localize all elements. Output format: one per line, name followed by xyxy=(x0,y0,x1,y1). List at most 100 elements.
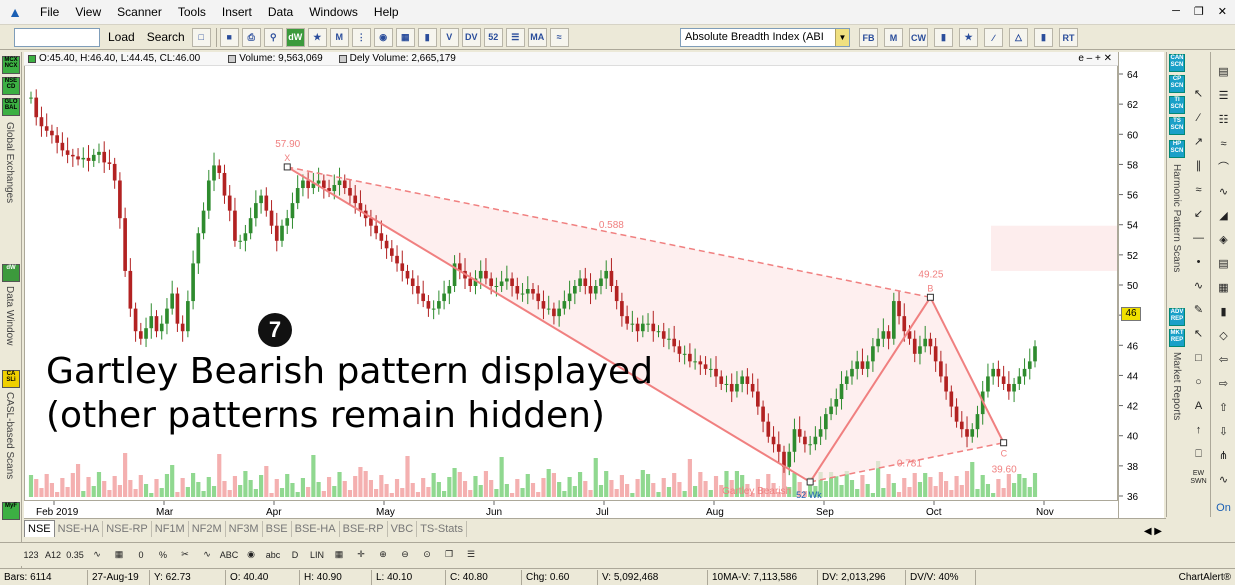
tab-nse-rp[interactable]: NSE-RP xyxy=(103,521,152,537)
data-window-tag[interactable]: dW xyxy=(2,264,20,282)
hp-scan-button[interactable]: HP SCN xyxy=(1169,140,1185,158)
up-arrow-icon[interactable]: ↑ xyxy=(1190,422,1207,439)
globe-icon[interactable]: ◉ xyxy=(373,27,393,47)
mkt-report-button[interactable]: MKT REP xyxy=(1169,329,1185,347)
trend-icon[interactable]: ∕ xyxy=(984,28,1003,47)
layout-icon[interactable]: ▦ xyxy=(395,27,415,47)
save-icon[interactable]: ■ xyxy=(219,27,239,47)
dv-icon[interactable]: DV xyxy=(461,27,481,47)
cow-icon[interactable]: CW xyxy=(909,28,928,47)
global-exchanges-tab[interactable]: Global Exchanges xyxy=(4,122,15,203)
chart-window-controls[interactable]: e – + ✕ xyxy=(1078,53,1112,64)
ew-swing-button[interactable]: EW SWN xyxy=(1190,470,1207,487)
print-icon[interactable]: ⎙ xyxy=(241,27,261,47)
search-button[interactable]: Search xyxy=(143,28,189,46)
abc123-icon[interactable]: A12 xyxy=(44,546,62,564)
line-tool-icon[interactable]: ∕ xyxy=(1190,110,1207,127)
menu-scanner[interactable]: Scanner xyxy=(115,5,164,19)
pattern-tool-icon[interactable]: ◈ xyxy=(1215,232,1232,249)
target-icon[interactable]: ★ xyxy=(959,28,978,47)
pivot-icon[interactable]: M xyxy=(884,28,903,47)
tab-ts-stats[interactable]: TS-Stats xyxy=(417,521,467,537)
star-icon[interactable]: ★ xyxy=(307,27,327,47)
channel-tool-icon[interactable]: ∥ xyxy=(1190,158,1207,175)
menu-tools[interactable]: Tools xyxy=(176,5,208,19)
tab-scroll-arrows[interactable]: ◀ ▶ xyxy=(1144,526,1162,537)
grid-tool-icon[interactable]: ▤ xyxy=(1215,64,1232,81)
harmonic-pattern-scans-tab[interactable]: Harmonic Pattern Scans xyxy=(1171,164,1182,272)
tab-nf1m[interactable]: NF1M xyxy=(152,521,189,537)
down-block-arrow-icon[interactable]: ⇩ xyxy=(1215,424,1232,441)
lock-icon[interactable]: ⎕ xyxy=(1190,446,1207,463)
wave-small-icon[interactable]: ∿ xyxy=(1215,472,1232,489)
right-arrow-icon[interactable]: ⇨ xyxy=(1215,376,1232,393)
close-icon[interactable]: ✕ xyxy=(1218,5,1227,18)
grid-toggle-icon[interactable]: ▦ xyxy=(330,546,348,564)
percent-icon[interactable]: % xyxy=(154,546,172,564)
gann-tool-icon[interactable]: ◢ xyxy=(1215,208,1232,225)
tab-bse-ha[interactable]: BSE-HA xyxy=(292,521,340,537)
record-icon[interactable]: ◉ xyxy=(242,546,260,564)
abc-icon[interactable]: ABC xyxy=(220,546,239,564)
abc-wave-icon[interactable]: abc xyxy=(264,546,282,564)
arrow-tool-icon[interactable]: ↙ xyxy=(1190,206,1207,223)
indicator-select[interactable]: Absolute Breadth Index (ABI ▼ xyxy=(680,28,850,47)
fan-tool-icon[interactable]: ≈ xyxy=(1215,136,1232,153)
wave-tool-icon[interactable]: ∿ xyxy=(1190,278,1207,295)
symbol-input[interactable] xyxy=(14,27,100,47)
chart-type-icon[interactable]: □ xyxy=(191,27,211,47)
cycle-tool-icon[interactable]: ▤ xyxy=(1215,256,1232,273)
price-chart[interactable]: 57.90 X 49.25 B 39.60 C 0.588 0.781 Gartley Bear… xyxy=(24,52,1118,518)
menu-help[interactable]: Help xyxy=(372,5,401,19)
grid-label-icon[interactable]: ▦ xyxy=(110,546,128,564)
columns-tool-icon[interactable]: ☷ xyxy=(1215,112,1232,129)
candle-icon[interactable]: ▮ xyxy=(417,27,437,47)
adv-report-button[interactable]: ADV REP xyxy=(1169,308,1185,326)
zero-icon[interactable]: 0 xyxy=(132,546,150,564)
zoom-out-icon[interactable]: ⊖ xyxy=(396,546,414,564)
hline-tool-icon[interactable]: — xyxy=(1190,230,1207,247)
52wk-icon[interactable]: 52 xyxy=(483,27,503,47)
mcx-tag[interactable]: MCX NCX xyxy=(2,56,20,74)
segment-tool-icon[interactable]: • xyxy=(1190,254,1207,271)
wave-count-icon[interactable]: ∿ xyxy=(198,546,216,564)
crosshair-icon[interactable]: ✛ xyxy=(352,546,370,564)
copy-icon[interactable]: ❐ xyxy=(440,546,458,564)
menu-data[interactable]: Data xyxy=(266,5,295,19)
candle-tool-icon[interactable]: ▮ xyxy=(1215,304,1232,321)
num123-icon[interactable]: 123 xyxy=(22,546,40,564)
bars-icon[interactable]: ▮ xyxy=(934,28,953,47)
ts-scan-button[interactable]: TS SCN xyxy=(1169,117,1185,135)
can-scan-button[interactable]: CAN SCN xyxy=(1169,54,1185,72)
casl-scans-tab[interactable]: CASL-based Scans xyxy=(4,392,15,479)
menu-view[interactable]: View xyxy=(73,5,103,19)
restore-icon[interactable]: ❐ xyxy=(1194,5,1204,18)
zigzag-tool-icon[interactable]: ∿ xyxy=(1215,184,1232,201)
signal-icon[interactable]: ▮ xyxy=(1034,28,1053,47)
myf-tag[interactable]: MyF xyxy=(2,502,20,520)
tab-nse[interactable]: NSE xyxy=(24,520,55,537)
fork-tool-icon[interactable]: ⋔ xyxy=(1215,448,1232,465)
menu-windows[interactable]: Windows xyxy=(307,5,360,19)
minimize-icon[interactable]: ─ xyxy=(1172,5,1180,18)
cp-scan-button[interactable]: CP SCN xyxy=(1169,75,1185,93)
left-arrow-icon[interactable]: ⇦ xyxy=(1215,352,1232,369)
tab-vbc[interactable]: VBC xyxy=(388,521,418,537)
fib-tool-icon[interactable]: ≈ xyxy=(1190,182,1207,199)
arc-tool-icon[interactable]: ⌒ xyxy=(1215,160,1232,177)
ray-tool-icon[interactable]: ↗ xyxy=(1190,134,1207,151)
tab-bse-rp[interactable]: BSE-RP xyxy=(340,521,388,537)
ti-scan-button[interactable]: TI SCN xyxy=(1169,96,1185,114)
menu-file[interactable]: File xyxy=(38,5,61,19)
lin-icon[interactable]: LIN xyxy=(308,546,326,564)
rt-icon[interactable]: RT xyxy=(1059,28,1078,47)
bars-tool-icon[interactable]: ☰ xyxy=(1215,88,1232,105)
m-icon[interactable]: M xyxy=(329,27,349,47)
on-toggle[interactable]: On xyxy=(1215,500,1232,517)
nse-cd-tag[interactable]: NSE CD xyxy=(2,77,20,95)
load-button[interactable]: Load xyxy=(104,28,139,46)
casl-tag[interactable]: CA SLi xyxy=(2,370,20,388)
fibo-icon[interactable]: FB xyxy=(859,28,878,47)
tab-nf3m[interactable]: NF3M xyxy=(226,521,263,537)
global-tag[interactable]: GLO BAL xyxy=(2,98,20,116)
